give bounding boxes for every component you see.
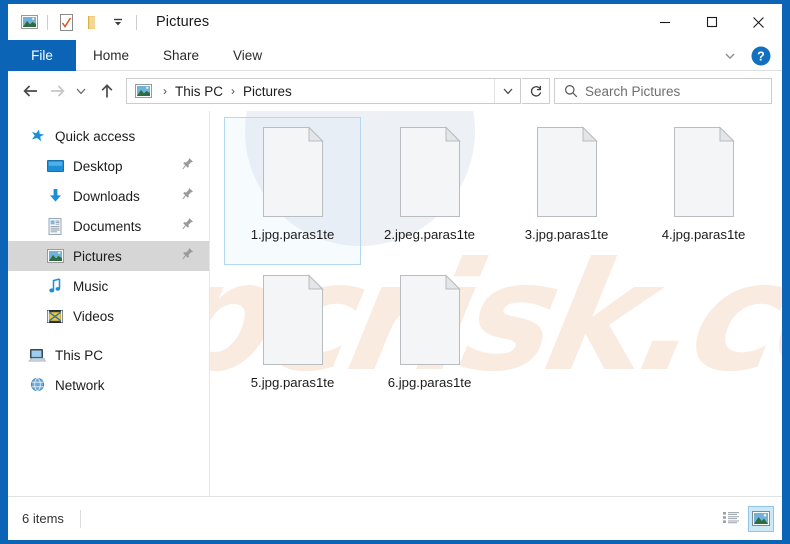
tab-home[interactable]: Home: [76, 40, 146, 71]
refresh-icon[interactable]: [522, 78, 550, 104]
sidebar-label: This PC: [55, 348, 103, 363]
file-grid: 1.jpg.paras1te 2.jpeg.paras1te: [210, 111, 782, 413]
search-box[interactable]: Search Pictures: [554, 78, 772, 104]
documents-icon: [45, 216, 65, 236]
search-icon: [555, 84, 585, 98]
sidebar-item-downloads[interactable]: Downloads: [8, 181, 209, 211]
music-icon: [45, 276, 65, 296]
recent-locations-button[interactable]: [70, 77, 92, 105]
quick-access-toolbar: [8, 10, 142, 34]
navigation-pane: Quick access Desktop: [8, 111, 210, 496]
pin-icon[interactable]: [182, 217, 194, 235]
thumbnails-view-button[interactable]: [748, 506, 774, 532]
sidebar-item-desktop[interactable]: Desktop: [8, 151, 209, 181]
file-item[interactable]: 6.jpg.paras1te: [361, 265, 498, 413]
sidebar-item-this-pc[interactable]: This PC: [8, 340, 209, 370]
pictures-crumb-icon: [127, 84, 158, 98]
downloads-icon: [45, 186, 65, 206]
view-mode-buttons: [718, 506, 774, 532]
ribbon-tabs: File Home Share View ?: [8, 40, 782, 71]
this-pc-icon: [27, 345, 47, 365]
window-controls: [641, 4, 782, 40]
sidebar-label: Pictures: [73, 249, 122, 264]
sidebar-label: Network: [55, 378, 105, 393]
sidebar-label: Downloads: [73, 189, 140, 204]
toolbar-divider-1: [47, 15, 48, 30]
tab-view[interactable]: View: [216, 40, 279, 71]
sidebar-label: Videos: [73, 309, 114, 324]
breadcrumb-pictures[interactable]: Pictures: [240, 84, 295, 99]
sidebar-item-quick-access[interactable]: Quick access: [8, 121, 209, 151]
details-view-button[interactable]: [718, 506, 744, 532]
explorer-window: Pictures File Home Share View: [8, 4, 782, 540]
up-button[interactable]: [92, 77, 122, 105]
sidebar-spacer-1: [8, 331, 209, 340]
chevron-down-icon[interactable]: [716, 42, 744, 70]
breadcrumb-separator-1[interactable]: ›: [158, 84, 172, 98]
file-name: 4.jpg.paras1te: [662, 227, 746, 242]
videos-icon: [45, 306, 65, 326]
sidebar-item-music[interactable]: Music: [8, 271, 209, 301]
sidebar-item-documents[interactable]: Documents: [8, 211, 209, 241]
sidebar-item-network[interactable]: Network: [8, 370, 209, 400]
address-bar[interactable]: › This PC › Pictures: [126, 78, 521, 104]
file-item[interactable]: 4.jpg.paras1te: [635, 117, 772, 265]
file-icon: [257, 126, 329, 218]
main-body: Quick access Desktop: [8, 111, 782, 496]
sidebar-item-videos[interactable]: Videos: [8, 301, 209, 331]
star-icon: [27, 126, 47, 146]
customize-chevron-icon[interactable]: [105, 10, 131, 34]
title-bar: Pictures: [8, 4, 782, 40]
tab-file[interactable]: File: [8, 40, 76, 71]
pictures-icon: [45, 246, 65, 266]
desktop-icon: [45, 156, 65, 176]
search-input[interactable]: Search Pictures: [585, 84, 680, 99]
file-name: 6.jpg.paras1te: [388, 375, 472, 390]
help-icon[interactable]: ?: [750, 45, 772, 67]
file-icon: [668, 126, 740, 218]
minimize-button[interactable]: [641, 4, 688, 40]
ribbon-right-controls: ?: [716, 40, 778, 71]
close-button[interactable]: [735, 4, 782, 40]
file-item[interactable]: 2.jpeg.paras1te: [361, 117, 498, 265]
toolbar-divider-2: [136, 15, 137, 30]
sidebar-label: Quick access: [55, 129, 135, 144]
item-count: 6 items: [22, 511, 64, 526]
file-icon: [394, 126, 466, 218]
file-name: 2.jpeg.paras1te: [384, 227, 475, 242]
address-dropdown-icon[interactable]: [494, 79, 520, 103]
pin-icon[interactable]: [182, 157, 194, 175]
forward-button[interactable]: [44, 77, 70, 105]
breadcrumb-this-pc[interactable]: This PC: [172, 84, 226, 99]
svg-text:?: ?: [757, 49, 765, 63]
status-bar: 6 items: [8, 496, 782, 540]
tab-share[interactable]: Share: [146, 40, 216, 71]
pictures-icon[interactable]: [16, 10, 42, 34]
navigation-bar: › This PC › Pictures Search Pictures: [8, 71, 782, 111]
sidebar-label: Music: [73, 279, 108, 294]
file-list-view[interactable]: pcrisk.com 1.jpg.paras1te: [210, 111, 782, 496]
sidebar-label: Desktop: [73, 159, 123, 174]
file-icon: [531, 126, 603, 218]
file-item[interactable]: 1.jpg.paras1te: [224, 117, 361, 265]
file-icon: [257, 274, 329, 366]
status-divider: [80, 510, 81, 528]
file-item[interactable]: 3.jpg.paras1te: [498, 117, 635, 265]
breadcrumb-separator-2[interactable]: ›: [226, 84, 240, 98]
maximize-button[interactable]: [688, 4, 735, 40]
window-title: Pictures: [156, 14, 209, 30]
file-name: 3.jpg.paras1te: [525, 227, 609, 242]
file-name: 1.jpg.paras1te: [251, 227, 335, 242]
sidebar-item-pictures[interactable]: Pictures: [8, 241, 209, 271]
sidebar-label: Documents: [73, 219, 141, 234]
file-name: 5.jpg.paras1te: [251, 375, 335, 390]
pin-icon[interactable]: [182, 247, 194, 265]
network-icon: [27, 375, 47, 395]
pin-icon[interactable]: [182, 187, 194, 205]
file-item[interactable]: 5.jpg.paras1te: [224, 265, 361, 413]
properties-icon[interactable]: [53, 10, 79, 34]
file-icon: [394, 274, 466, 366]
back-button[interactable]: [18, 77, 44, 105]
new-folder-icon[interactable]: [79, 10, 105, 34]
